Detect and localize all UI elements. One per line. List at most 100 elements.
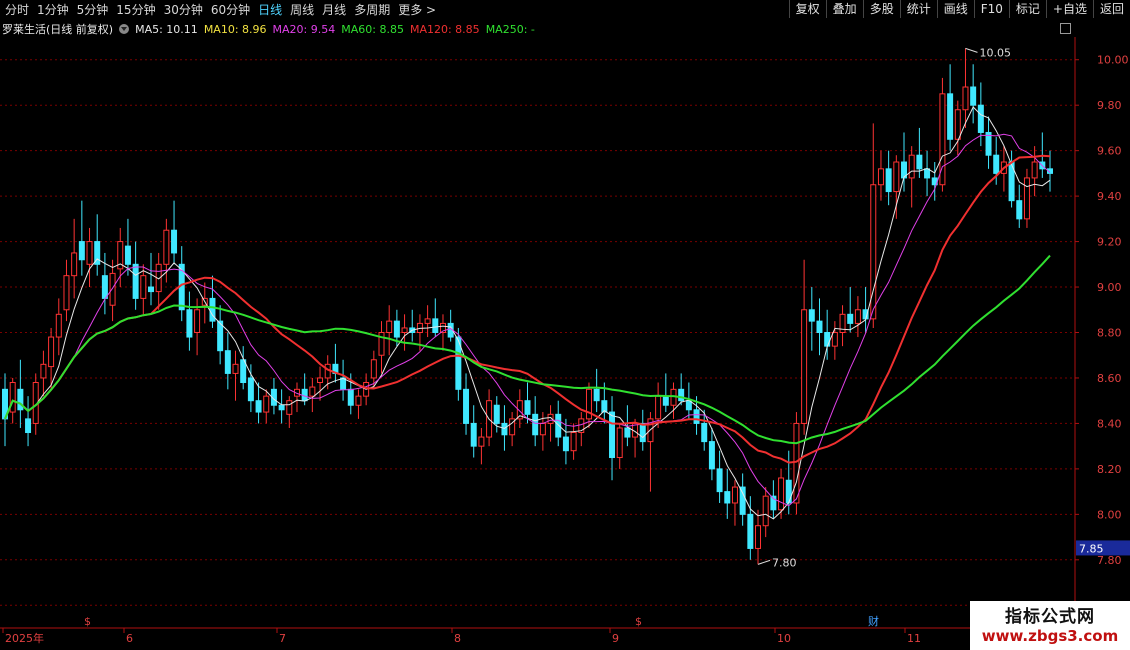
candle-body <box>785 479 792 504</box>
candle-body <box>755 525 762 549</box>
candle-body <box>655 395 662 420</box>
candle-body <box>432 318 439 334</box>
x-tick-label: 7 <box>279 632 286 645</box>
candle-body <box>247 377 254 402</box>
candle-body <box>539 422 546 436</box>
high-pointer <box>965 47 978 53</box>
candle-body <box>424 318 431 324</box>
y-tick-label: 8.80 <box>1097 327 1122 340</box>
candle-body <box>124 245 131 265</box>
candle-body <box>716 468 723 493</box>
candle-body <box>501 422 508 436</box>
candle-body <box>147 286 154 293</box>
candle-body <box>701 422 708 443</box>
candle-body <box>478 436 485 447</box>
candle-body <box>355 395 362 406</box>
candle-body <box>816 320 823 333</box>
candle-body <box>908 154 915 179</box>
candle-body <box>624 427 631 438</box>
event-marker: $ <box>635 615 642 628</box>
candle-body <box>831 332 838 347</box>
x-tick-label: 2025年 <box>5 631 44 645</box>
candle-body <box>708 441 715 470</box>
candle-body <box>48 336 55 368</box>
candle-body <box>25 418 32 434</box>
candle-body <box>370 359 377 379</box>
current-price-label: 7.85 <box>1079 542 1104 555</box>
candle-body <box>263 395 270 413</box>
y-tick-label: 7.80 <box>1097 554 1122 567</box>
candle-body <box>163 229 170 265</box>
candle-body <box>662 395 669 406</box>
candle-body <box>255 400 262 413</box>
candle-body <box>532 413 539 436</box>
event-marker: 财 <box>868 614 879 628</box>
candle-body <box>171 229 178 254</box>
candle-body <box>140 275 147 299</box>
candle-body <box>493 404 500 424</box>
candle-body <box>1031 161 1038 179</box>
candle-body <box>739 486 746 515</box>
candle-body <box>593 388 600 402</box>
candle-body <box>78 241 85 261</box>
candle-body <box>186 309 193 338</box>
x-tick-label: 6 <box>126 632 133 645</box>
candle-body <box>977 104 984 133</box>
candle-body <box>731 486 738 504</box>
candle-body <box>678 388 685 402</box>
x-tick-label: 9 <box>612 632 619 645</box>
y-tick-label: 8.20 <box>1097 463 1122 476</box>
y-tick-label: 8.60 <box>1097 372 1122 385</box>
candle-body <box>555 413 562 438</box>
watermark-title: 指标公式网 <box>1005 606 1095 627</box>
candle-body <box>55 313 62 338</box>
candle-body <box>347 388 354 406</box>
candle-body <box>778 477 785 511</box>
candle-body <box>808 309 815 322</box>
candle-body <box>824 332 831 347</box>
candle-body <box>639 422 646 443</box>
candle-body <box>685 400 692 411</box>
candle-body <box>17 388 24 411</box>
x-tick-label: 11 <box>907 632 921 645</box>
candle-body <box>954 109 961 140</box>
candle-body <box>386 320 393 333</box>
y-tick-label: 9.80 <box>1097 99 1122 112</box>
candle-body <box>224 350 231 374</box>
candle-body <box>724 491 731 504</box>
candle-body <box>877 168 884 186</box>
watermark-url: www.zbgs3.com <box>981 626 1119 645</box>
candle-body <box>393 320 400 338</box>
y-tick-label: 8.40 <box>1097 417 1122 430</box>
x-tick-label: 10 <box>777 632 791 645</box>
candle-body <box>470 422 477 447</box>
candle-body <box>63 275 70 311</box>
y-tick-label: 8.00 <box>1097 508 1122 521</box>
low-annotation: 7.80 <box>772 556 797 569</box>
y-tick-label: 10.00 <box>1097 54 1129 67</box>
candle-body <box>893 161 900 193</box>
candle-body <box>9 382 16 413</box>
y-tick-label: 9.00 <box>1097 281 1122 294</box>
candle-body <box>401 327 408 334</box>
candle-body <box>1016 200 1023 220</box>
candle-body <box>970 86 977 106</box>
event-marker: $ <box>84 615 91 628</box>
candle-body <box>40 363 47 379</box>
candle-body <box>463 388 470 424</box>
candle-body <box>240 359 247 384</box>
high-annotation: 10.05 <box>979 46 1011 59</box>
candlestick-chart[interactable]: 10.00 9.80 9.60 9.40 9.20 9.00 8.80 8.60 8.40 8.2… <box>0 0 1130 650</box>
candle-body <box>847 313 854 324</box>
candle-body <box>993 154 1000 174</box>
candle-body <box>286 400 293 415</box>
candle-body <box>762 495 769 527</box>
candle-body <box>570 432 577 452</box>
candle-body <box>101 275 108 299</box>
candle-body <box>232 363 239 374</box>
low-pointer <box>757 559 771 565</box>
candle-body <box>962 86 969 111</box>
y-tick-label: 9.40 <box>1097 190 1122 203</box>
candle-body <box>562 436 569 452</box>
x-tick-label: 8 <box>454 632 461 645</box>
